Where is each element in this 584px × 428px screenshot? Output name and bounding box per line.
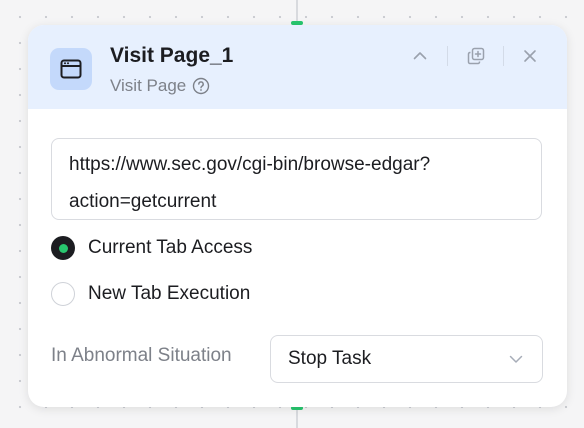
node-header: Visit Page_1 Visit Page xyxy=(28,25,567,109)
url-input[interactable]: https://www.sec.gov/cgi-bin/browse-edgar… xyxy=(51,138,542,220)
radio-label: Current Tab Access xyxy=(88,237,253,258)
duplicate-button[interactable] xyxy=(464,44,488,68)
chevron-down-icon xyxy=(509,355,523,363)
node-subtitle: Visit Page xyxy=(110,76,210,96)
chevron-up-icon xyxy=(413,52,427,60)
radio-unchecked-indicator[interactable] xyxy=(51,282,75,306)
abnormal-situation-label: In Abnormal Situation xyxy=(51,345,232,366)
radio-new-tab[interactable]: New Tab Execution xyxy=(51,282,250,306)
close-button[interactable] xyxy=(518,44,542,68)
abnormal-action-select[interactable]: Stop Task xyxy=(270,335,543,383)
help-icon[interactable] xyxy=(192,77,210,95)
node-title: Visit Page_1 xyxy=(110,44,234,67)
header-divider xyxy=(503,46,504,66)
radio-label: New Tab Execution xyxy=(88,283,251,304)
browser-window-icon xyxy=(50,48,92,90)
header-divider xyxy=(447,46,448,66)
radio-checked-indicator[interactable] xyxy=(51,236,75,260)
copy-icon xyxy=(467,47,485,65)
collapse-button[interactable] xyxy=(408,44,432,68)
radio-current-tab[interactable]: Current Tab Access xyxy=(51,236,252,260)
node-type-label: Visit Page xyxy=(110,76,187,95)
visit-page-node-card[interactable]: Visit Page_1 Visit Page https://www.sec.… xyxy=(28,25,567,407)
close-icon xyxy=(524,50,536,62)
select-value: Stop Task xyxy=(288,348,372,369)
